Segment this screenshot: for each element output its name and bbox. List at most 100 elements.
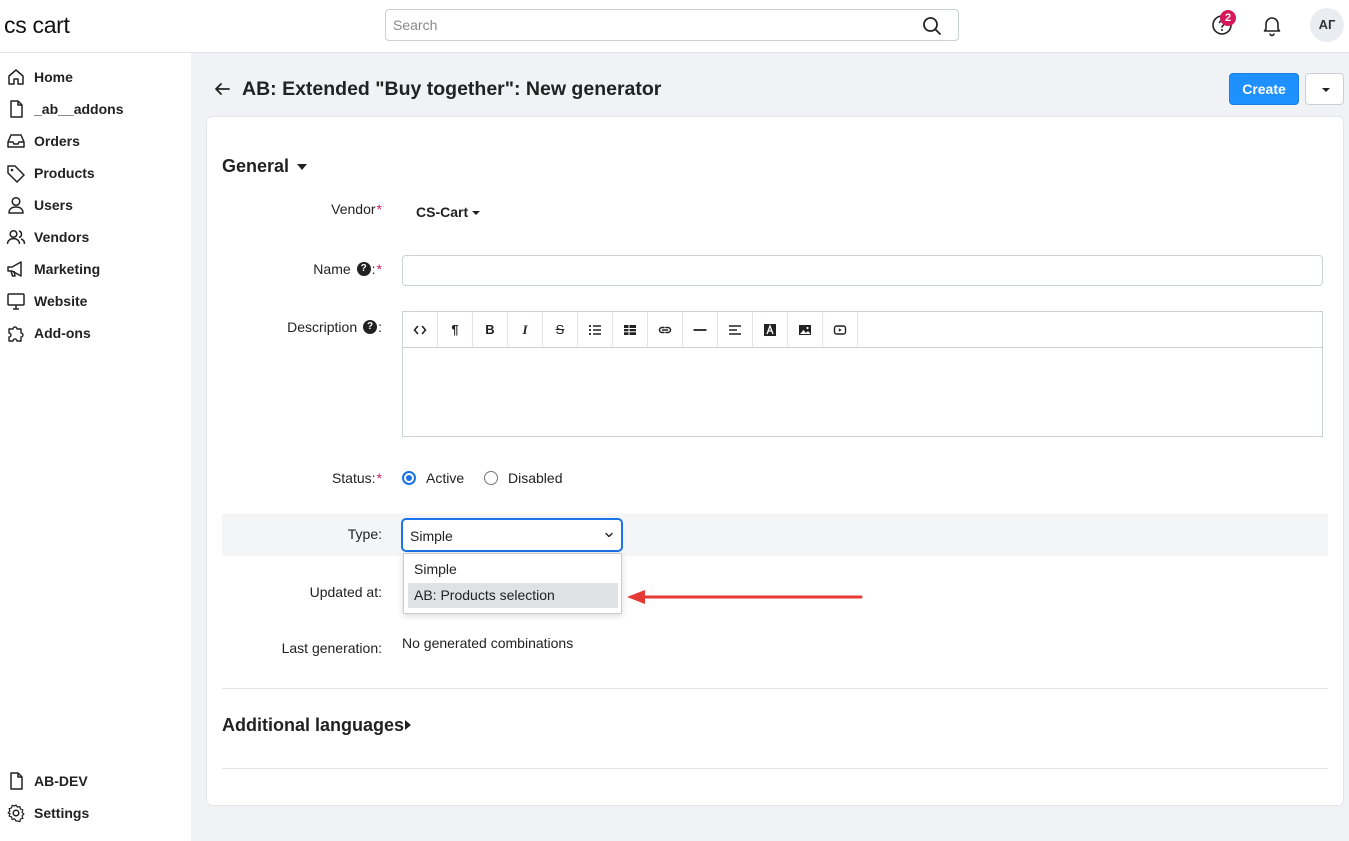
- status-label: Status: *: [332, 470, 382, 486]
- section-additional-languages-title[interactable]: Additional languages: [222, 715, 404, 736]
- italic-button[interactable]: I: [508, 312, 543, 347]
- status-active-radio[interactable]: [402, 471, 416, 485]
- type-select[interactable]: Simple: [401, 518, 623, 552]
- megaphone-icon: [7, 261, 22, 277]
- user-icon: [8, 196, 24, 214]
- strikethrough-button[interactable]: S: [543, 312, 578, 347]
- status-disabled-radio[interactable]: [484, 471, 498, 485]
- type-label: Type:: [347, 526, 382, 542]
- status-label-text: Status:: [331, 470, 376, 486]
- monitor-icon: [7, 293, 25, 310]
- type-select-value: Simple: [410, 528, 453, 544]
- help-icon[interactable]: ?: [363, 320, 378, 334]
- vendor-selector[interactable]: CS-Cart: [416, 204, 481, 220]
- divider: [222, 768, 1328, 769]
- sidebar-item-orders[interactable]: Orders: [0, 125, 191, 157]
- help-icon[interactable]: ?: [356, 262, 371, 276]
- sidebar-item-settings[interactable]: Settings: [0, 797, 191, 829]
- video-button[interactable]: [823, 312, 858, 347]
- logo[interactable]: cs cart: [4, 12, 70, 39]
- more-actions-button[interactable]: [1305, 73, 1344, 105]
- type-row: [222, 514, 1328, 556]
- sidebar: Home _ab__addons Orders Products Users V…: [0, 53, 191, 841]
- bell-icon[interactable]: [1260, 13, 1284, 37]
- required-mark: *: [376, 201, 382, 217]
- name-label-text: Name: [313, 261, 351, 277]
- align-button[interactable]: [718, 312, 753, 347]
- file-icon: [10, 100, 23, 118]
- vendor-label: Vendor *: [331, 201, 382, 217]
- sidebar-item-home[interactable]: Home: [0, 61, 191, 93]
- sidebar-item-products[interactable]: Products: [0, 157, 191, 189]
- align-left-icon: [729, 324, 741, 335]
- avatar[interactable]: АГ: [1310, 8, 1344, 42]
- bold-button[interactable]: B: [473, 312, 508, 347]
- sidebar-item-label: Vendors: [34, 229, 90, 245]
- sidebar-item-add-ons[interactable]: Add-ons: [0, 317, 191, 349]
- name-input[interactable]: [402, 255, 1323, 286]
- puzzle-icon: [8, 326, 24, 342]
- sidebar-item-ab-addons[interactable]: _ab__addons: [0, 93, 191, 125]
- section-general-title[interactable]: General: [222, 156, 289, 177]
- arrow-left-icon[interactable]: [212, 79, 232, 99]
- sidebar-item-label: _ab__addons: [34, 101, 124, 117]
- status-active-label[interactable]: Active: [426, 470, 464, 486]
- home-icon: [8, 69, 24, 85]
- sidebar-item-marketing[interactable]: Marketing: [0, 253, 191, 285]
- sidebar-item-vendors[interactable]: Vendors: [0, 221, 191, 253]
- font-color-icon: [764, 323, 776, 336]
- image-button[interactable]: [788, 312, 823, 347]
- code-icon: [413, 325, 427, 334]
- chevron-down-icon: [1322, 88, 1330, 92]
- caret-right-icon[interactable]: [405, 720, 411, 730]
- page-title: AB: Extended "Buy together": New generat…: [242, 78, 662, 100]
- description-editor[interactable]: [402, 347, 1323, 437]
- sidebar-item-label: Products: [34, 165, 95, 181]
- chevron-down-icon: [605, 532, 613, 538]
- caret-down-icon[interactable]: [297, 164, 307, 170]
- gear-icon: [7, 804, 25, 823]
- search-box: [385, 9, 959, 41]
- form-panel: [206, 116, 1344, 806]
- image-icon: [799, 324, 811, 335]
- search-input[interactable]: [386, 10, 906, 40]
- name-label: Name?: *: [313, 261, 382, 277]
- caret-down-icon: [472, 211, 481, 216]
- top-bar: cs cart 2 АГ: [0, 0, 1349, 53]
- last-generation-value: No generated combinations: [402, 635, 574, 651]
- list-button[interactable]: [578, 312, 613, 347]
- last-generation-label: Last generation:: [281, 640, 382, 656]
- status-disabled-label[interactable]: Disabled: [508, 470, 562, 486]
- search-icon[interactable]: [922, 16, 942, 36]
- type-option-products-selection[interactable]: AB: Products selection: [408, 583, 618, 608]
- table-icon: [624, 324, 636, 335]
- font-color-button[interactable]: [753, 312, 788, 347]
- link-icon: [658, 326, 672, 333]
- paragraph-button[interactable]: ¶: [438, 312, 473, 347]
- notification-badge: 2: [1220, 10, 1236, 26]
- sidebar-item-label: AB-DEV: [34, 773, 88, 789]
- code-view-button[interactable]: [403, 312, 438, 347]
- sidebar-item-label: Users: [34, 197, 73, 213]
- updated-at-label: Updated at:: [309, 584, 382, 600]
- sidebar-item-label: Home: [34, 69, 73, 85]
- table-button[interactable]: [613, 312, 648, 347]
- colon: :: [378, 319, 382, 335]
- required-mark: *: [376, 261, 382, 277]
- horizontal-rule-button[interactable]: [683, 312, 718, 347]
- link-button[interactable]: [648, 312, 683, 347]
- users-icon: [6, 229, 26, 245]
- sidebar-item-label: Settings: [34, 805, 90, 821]
- sidebar-item-users[interactable]: Users: [0, 189, 191, 221]
- description-label: Description?:: [287, 319, 382, 335]
- video-icon: [833, 324, 847, 335]
- sidebar-item-website[interactable]: Website: [0, 285, 191, 317]
- vendor-value: CS-Cart: [416, 204, 469, 220]
- inbox-icon: [7, 134, 25, 148]
- sidebar-item-label: Website: [34, 293, 88, 309]
- sidebar-item-ab-dev[interactable]: AB-DEV: [0, 765, 191, 797]
- create-button[interactable]: Create: [1229, 73, 1299, 105]
- type-option-simple[interactable]: Simple: [408, 557, 618, 582]
- required-mark: *: [376, 470, 382, 486]
- divider: [222, 688, 1328, 689]
